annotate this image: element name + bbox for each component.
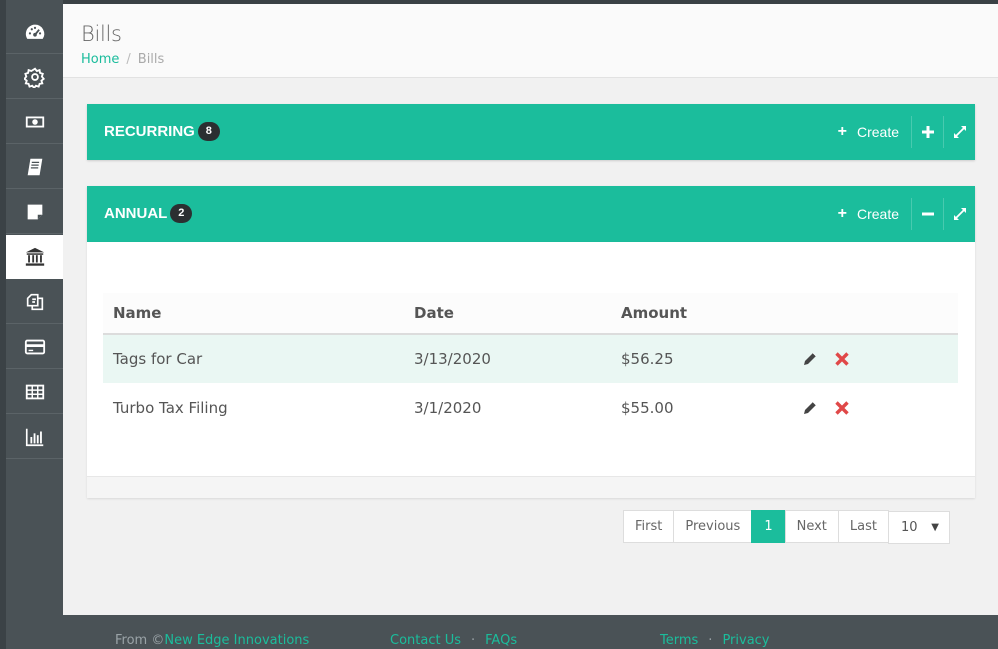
footer-dot: · bbox=[471, 633, 476, 648]
recurring-expand-toggle-button[interactable] bbox=[911, 116, 943, 148]
table-row[interactable]: Tags for Car 3/13/2020 $56.25 bbox=[103, 334, 958, 383]
gear-icon bbox=[23, 67, 45, 88]
row-actions bbox=[801, 399, 958, 417]
pagination-next-button[interactable]: Next bbox=[784, 510, 839, 543]
row-actions bbox=[801, 350, 958, 368]
footer-copyright: From ©New Edge Innovations bbox=[115, 633, 309, 648]
recurring-panel-header: RECURRING 8 + Create bbox=[87, 104, 975, 160]
credit-card-icon bbox=[24, 339, 45, 354]
recurring-count-badge: 8 bbox=[197, 122, 220, 141]
annual-title-text: ANNUAL bbox=[104, 205, 168, 222]
minus-icon bbox=[921, 212, 934, 216]
footer-privacy-link[interactable]: Privacy bbox=[722, 633, 769, 648]
panel-footer bbox=[87, 476, 975, 498]
copy-icon bbox=[26, 293, 43, 310]
caret-down-icon: ▼ bbox=[931, 522, 939, 533]
delete-x-icon[interactable] bbox=[833, 399, 851, 417]
footer-company-link[interactable]: New Edge Innovations bbox=[164, 633, 309, 648]
bill-name: Tags for Car bbox=[103, 334, 404, 383]
pagination-current-page[interactable]: 1 bbox=[751, 510, 786, 543]
breadcrumb-separator: / bbox=[126, 52, 131, 67]
bill-amount: $55.00 bbox=[621, 398, 674, 417]
sidebar-item-cards[interactable] bbox=[6, 325, 63, 369]
footer-support-links: Contact Us · FAQs bbox=[390, 633, 517, 648]
expand-arrows-icon bbox=[953, 208, 966, 220]
sidebar-item-book[interactable] bbox=[6, 145, 63, 189]
recurring-title-text: RECURRING bbox=[104, 123, 195, 140]
sidebar bbox=[0, 0, 63, 649]
bill-date: 3/13/2020 bbox=[404, 334, 611, 383]
footer-from-prefix: From © bbox=[115, 633, 165, 648]
annual-panel-title: ANNUAL 2 bbox=[104, 204, 193, 223]
pencil-icon[interactable] bbox=[801, 399, 819, 417]
annual-count-badge: 2 bbox=[170, 204, 193, 223]
annual-panel-actions: + Create bbox=[828, 186, 975, 242]
footer-faqs-link[interactable]: FAQs bbox=[485, 633, 517, 648]
money-icon bbox=[25, 116, 44, 127]
recurring-create-button[interactable]: + Create bbox=[828, 104, 911, 160]
bill-date: 3/1/2020 bbox=[414, 398, 482, 417]
row-actions-cell bbox=[791, 383, 958, 432]
pagination-first-button[interactable]: First bbox=[623, 510, 675, 543]
bill-name: Turbo Tax Filing bbox=[113, 398, 228, 417]
bar-chart-icon bbox=[25, 428, 43, 446]
sidebar-item-bills[interactable] bbox=[6, 235, 63, 279]
page-header: Bills Home / Bills bbox=[63, 4, 998, 78]
page-size-select[interactable]: 10 ▼ bbox=[888, 511, 950, 544]
sidebar-item-notes[interactable] bbox=[6, 190, 63, 234]
column-header-date[interactable]: Date bbox=[404, 293, 611, 335]
expand-arrows-icon bbox=[953, 126, 966, 138]
plus-icon bbox=[921, 126, 934, 138]
sidebar-item-reports[interactable] bbox=[6, 415, 63, 459]
footer-contact-link[interactable]: Contact Us bbox=[390, 633, 461, 648]
breadcrumb: Home / Bills bbox=[81, 52, 164, 67]
annual-collapse-toggle-button[interactable] bbox=[911, 198, 943, 230]
column-header-name[interactable]: Name bbox=[103, 293, 404, 335]
sidebar-item-table[interactable] bbox=[6, 370, 63, 414]
delete-x-icon[interactable] bbox=[833, 350, 851, 368]
dashboard-icon bbox=[25, 24, 44, 39]
annual-create-label: Create bbox=[856, 206, 899, 222]
annual-panel-body: Name Date Amount Tags for Car 3/13/2020 … bbox=[87, 242, 975, 498]
recurring-panel-actions: + Create bbox=[828, 104, 975, 160]
recurring-fullscreen-button[interactable] bbox=[943, 116, 975, 148]
sidebar-item-dashboard[interactable] bbox=[6, 10, 63, 54]
recurring-panel-title: RECURRING 8 bbox=[104, 122, 220, 141]
table-header-row: Name Date Amount bbox=[103, 293, 958, 335]
breadcrumb-home-link[interactable]: Home bbox=[81, 52, 119, 67]
row-actions-cell bbox=[791, 334, 958, 383]
footer-legal-links: Terms · Privacy bbox=[660, 633, 770, 648]
annual-create-button[interactable]: + Create bbox=[828, 186, 911, 242]
plus-icon: + bbox=[837, 123, 847, 140]
note-icon bbox=[27, 204, 42, 219]
bills-table: Name Date Amount Tags for Car 3/13/2020 … bbox=[103, 293, 958, 432]
footer-dot: · bbox=[708, 633, 713, 648]
breadcrumb-current: Bills bbox=[137, 52, 165, 67]
sidebar-item-settings[interactable] bbox=[6, 55, 63, 99]
page-footer: From ©New Edge Innovations Contact Us · FA… bbox=[6, 615, 998, 649]
sidebar-item-money[interactable] bbox=[6, 100, 63, 144]
sidebar-item-documents[interactable] bbox=[6, 280, 63, 324]
bank-icon bbox=[25, 247, 44, 266]
book-icon bbox=[27, 158, 42, 175]
pagination-last-button[interactable]: Last bbox=[837, 510, 889, 543]
pagination-previous-button[interactable]: Previous bbox=[673, 510, 753, 543]
annual-panel-header: ANNUAL 2 + Create bbox=[87, 186, 975, 242]
pencil-icon[interactable] bbox=[801, 350, 819, 368]
table-icon bbox=[25, 384, 44, 399]
annual-fullscreen-button[interactable] bbox=[943, 198, 975, 230]
recurring-create-label: Create bbox=[856, 124, 899, 140]
plus-icon: + bbox=[837, 205, 847, 222]
column-header-amount[interactable]: Amount bbox=[611, 293, 791, 335]
bill-amount: $56.25 bbox=[611, 334, 791, 383]
footer-terms-link[interactable]: Terms bbox=[660, 633, 698, 648]
column-header-actions bbox=[791, 293, 958, 335]
page-title: Bills bbox=[81, 22, 122, 46]
table-row[interactable]: Turbo Tax Filing 3/1/2020 $55.00 bbox=[103, 383, 958, 432]
page-size-value: 10 bbox=[901, 520, 918, 535]
pagination: First Previous 1 Next Last bbox=[623, 510, 889, 543]
